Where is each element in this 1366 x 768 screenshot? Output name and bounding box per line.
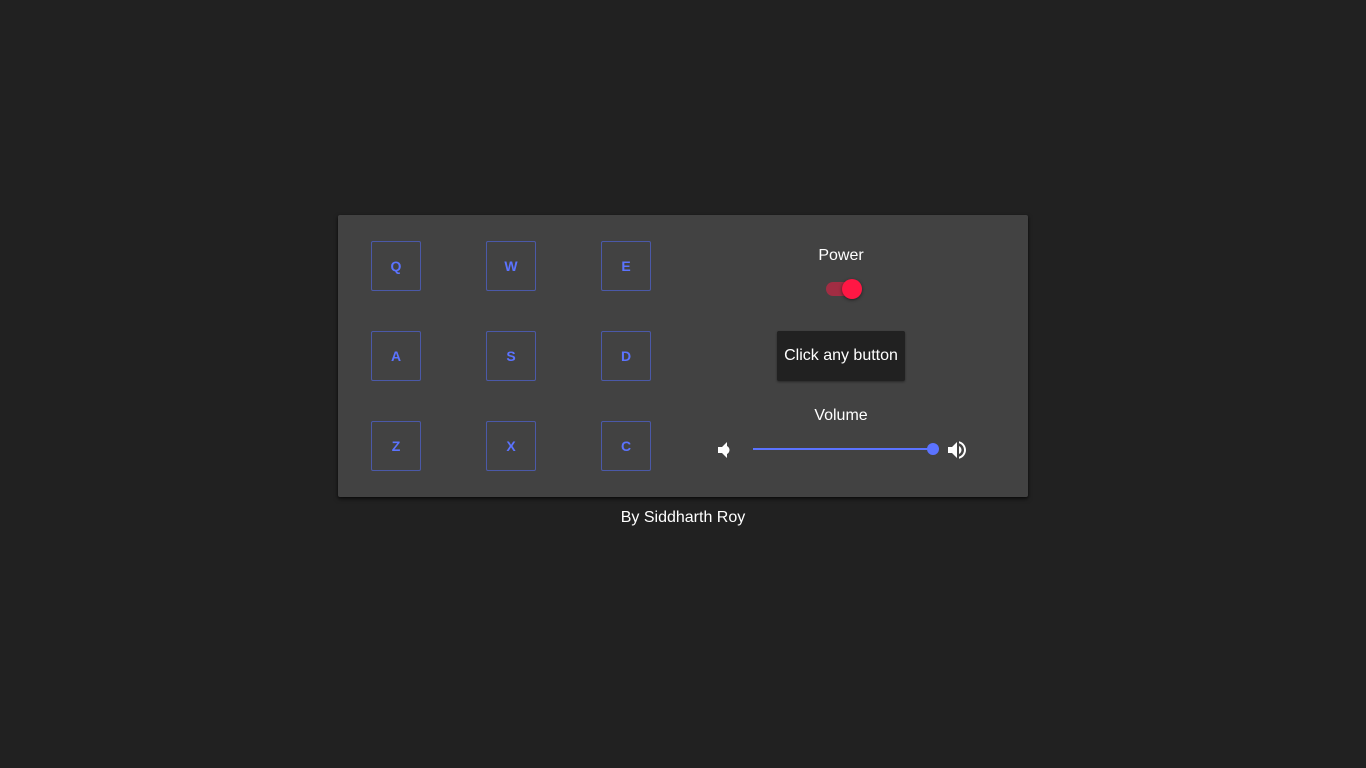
volume-up-icon (945, 438, 969, 462)
author-credit: By Siddharth Roy (620, 509, 746, 526)
volume-slider-thumb[interactable] (927, 443, 939, 455)
volume-slider[interactable] (753, 439, 939, 459)
power-switch-thumb[interactable] (842, 279, 862, 299)
drum-pad-z[interactable]: Z (371, 421, 421, 471)
power-label: Power (818, 247, 864, 264)
drum-pad-x[interactable]: X (486, 421, 536, 471)
controls-column: Power Click any button Volume (703, 215, 1028, 497)
drum-pad-grid: Q W E A S D Z X C (371, 241, 651, 471)
drum-pad-a[interactable]: A (371, 331, 421, 381)
volume-down-icon (713, 438, 737, 462)
drum-pad-s[interactable]: S (486, 331, 536, 381)
volume-slider-track (753, 448, 933, 450)
drum-pad-d[interactable]: D (601, 331, 651, 381)
drum-pad-q[interactable]: Q (371, 241, 421, 291)
sound-display: Click any button (777, 331, 905, 381)
drum-pad-e[interactable]: E (601, 241, 651, 291)
volume-label: Volume (814, 407, 868, 424)
power-switch[interactable] (824, 279, 864, 299)
drum-pad-w[interactable]: W (486, 241, 536, 291)
drum-machine-panel: Q W E A S D Z X C Power Click any button… (338, 215, 1028, 497)
drum-pad-c[interactable]: C (601, 421, 651, 471)
